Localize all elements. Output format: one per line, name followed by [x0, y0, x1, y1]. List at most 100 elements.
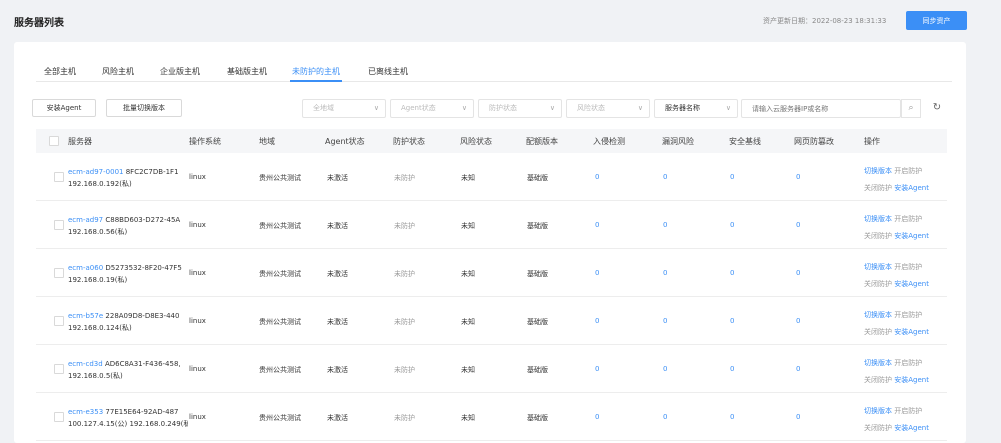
- intrusion-count[interactable]: 0: [595, 413, 599, 421]
- agent-status-cell: 未激活: [327, 222, 348, 230]
- row-checkbox[interactable]: [54, 364, 64, 374]
- install-agent-button[interactable]: 安装Agent: [32, 99, 96, 117]
- tamper-count[interactable]: 0: [796, 317, 800, 325]
- col-quota-version: 配额版本: [526, 137, 558, 146]
- chevron-down-icon: ∨: [373, 104, 379, 112]
- os-cell: linux: [189, 173, 206, 181]
- risk-status-select[interactable]: 风险状态 ∨: [566, 99, 650, 118]
- switch-version-link[interactable]: 切换版本: [864, 359, 892, 367]
- col-baseline: 安全基线: [729, 137, 761, 146]
- tab-enterprise-hosts[interactable]: 企业版主机: [160, 66, 200, 77]
- disable-protection-link[interactable]: 关闭防护: [864, 424, 892, 432]
- sync-assets-button[interactable]: 同步资产: [906, 11, 967, 30]
- switch-version-link[interactable]: 切换版本: [864, 263, 892, 271]
- row-checkbox[interactable]: [54, 316, 64, 326]
- agent-status-select[interactable]: Agent状态 ∨: [390, 99, 474, 118]
- server-name-link[interactable]: ecm-ad97: [68, 216, 103, 224]
- server-id: D5273532-8F20-47F5: [105, 264, 182, 272]
- risk-status-cell: 未知: [461, 414, 475, 422]
- risk-status-cell: 未知: [461, 318, 475, 326]
- protect-status-cell: 未防护: [394, 174, 415, 182]
- server-ip: 192.168.0.124(私): [68, 324, 132, 332]
- vuln-count[interactable]: 0: [663, 221, 667, 229]
- protect-status-cell: 未防护: [394, 366, 415, 374]
- tab-offline-hosts[interactable]: 已离线主机: [368, 66, 408, 77]
- baseline-count[interactable]: 0: [730, 173, 734, 181]
- enable-protection-link[interactable]: 开启防护: [894, 359, 922, 367]
- baseline-count[interactable]: 0: [730, 317, 734, 325]
- row-checkbox[interactable]: [54, 172, 64, 182]
- col-protect-status: 防护状态: [393, 137, 425, 146]
- search-input[interactable]: [741, 99, 901, 118]
- region-select[interactable]: 全地域 ∨: [302, 99, 386, 118]
- switch-version-link[interactable]: 切换版本: [864, 167, 892, 175]
- tab-all-hosts[interactable]: 全部主机: [44, 66, 76, 77]
- vuln-count[interactable]: 0: [663, 365, 667, 373]
- search-icon[interactable]: ⌕: [901, 99, 921, 118]
- disable-protection-link[interactable]: 关闭防护: [864, 232, 892, 240]
- enable-protection-link[interactable]: 开启防护: [894, 263, 922, 271]
- switch-version-link[interactable]: 切换版本: [864, 215, 892, 223]
- chevron-down-icon: ∨: [725, 104, 731, 112]
- tamper-count[interactable]: 0: [796, 269, 800, 277]
- baseline-count[interactable]: 0: [730, 413, 734, 421]
- install-agent-link[interactable]: 安装Agent: [894, 232, 929, 240]
- install-agent-link[interactable]: 安装Agent: [894, 328, 929, 336]
- disable-protection-link[interactable]: 关闭防护: [864, 184, 892, 192]
- server-name-link[interactable]: ecm-cd3d: [68, 360, 103, 368]
- vuln-count[interactable]: 0: [663, 413, 667, 421]
- os-cell: linux: [189, 221, 206, 229]
- quota-cell: 基础版: [527, 318, 548, 326]
- protect-status-select[interactable]: 防护状态 ∨: [478, 99, 562, 118]
- tamper-count[interactable]: 0: [796, 365, 800, 373]
- install-agent-link[interactable]: 安装Agent: [894, 280, 929, 288]
- row-actions: 切换版本 开启防护 关闭防护 安装Agent: [864, 163, 929, 197]
- tab-basic-hosts[interactable]: 基础版主机: [227, 66, 267, 77]
- vuln-count[interactable]: 0: [663, 173, 667, 181]
- tamper-count[interactable]: 0: [796, 221, 800, 229]
- search-field-select[interactable]: 服务器名称 ∨: [654, 99, 738, 118]
- agent-status-cell: 未激活: [327, 270, 348, 278]
- region-cell: 贵州公共测试: [259, 414, 301, 422]
- baseline-count[interactable]: 0: [730, 365, 734, 373]
- table-header: 服务器 操作系统 地域 Agent状态 防护状态 风险状态 配额版本 入侵检测 …: [36, 129, 947, 153]
- server-name-link[interactable]: ecm-a060: [68, 264, 103, 272]
- tamper-count[interactable]: 0: [796, 173, 800, 181]
- install-agent-link[interactable]: 安装Agent: [894, 376, 929, 384]
- intrusion-count[interactable]: 0: [595, 317, 599, 325]
- enable-protection-link[interactable]: 开启防护: [894, 407, 922, 415]
- server-name-link[interactable]: ecm-b57e: [68, 312, 103, 320]
- disable-protection-link[interactable]: 关闭防护: [864, 328, 892, 336]
- server-id: C88BD603-D272-45A: [105, 216, 181, 224]
- enable-protection-link[interactable]: 开启防护: [894, 215, 922, 223]
- refresh-icon[interactable]: ↻: [927, 99, 947, 118]
- install-agent-link[interactable]: 安装Agent: [894, 424, 929, 432]
- row-checkbox[interactable]: [54, 412, 64, 422]
- enable-protection-link[interactable]: 开启防护: [894, 311, 922, 319]
- vuln-count[interactable]: 0: [663, 317, 667, 325]
- tab-risk-hosts[interactable]: 风险主机: [102, 66, 134, 77]
- disable-protection-link[interactable]: 关闭防护: [864, 280, 892, 288]
- enable-protection-link[interactable]: 开启防护: [894, 167, 922, 175]
- install-agent-link[interactable]: 安装Agent: [894, 184, 929, 192]
- row-checkbox[interactable]: [54, 268, 64, 278]
- vuln-count[interactable]: 0: [663, 269, 667, 277]
- server-name-link[interactable]: ecm-e353: [68, 408, 103, 416]
- tamper-count[interactable]: 0: [796, 413, 800, 421]
- intrusion-count[interactable]: 0: [595, 221, 599, 229]
- tab-unprotected-hosts[interactable]: 未防护的主机: [292, 66, 340, 77]
- baseline-count[interactable]: 0: [730, 269, 734, 277]
- baseline-count[interactable]: 0: [730, 221, 734, 229]
- intrusion-count[interactable]: 0: [595, 365, 599, 373]
- switch-version-link[interactable]: 切换版本: [864, 311, 892, 319]
- server-name-link[interactable]: ecm-ad97-0001: [68, 168, 123, 176]
- row-checkbox[interactable]: [54, 220, 64, 230]
- switch-version-link[interactable]: 切换版本: [864, 407, 892, 415]
- disable-protection-link[interactable]: 关闭防护: [864, 376, 892, 384]
- intrusion-count[interactable]: 0: [595, 173, 599, 181]
- batch-switch-version-button[interactable]: 批量切换版本: [106, 99, 182, 117]
- quota-cell: 基础版: [527, 414, 548, 422]
- quota-cell: 基础版: [527, 270, 548, 278]
- intrusion-count[interactable]: 0: [595, 269, 599, 277]
- select-all-checkbox[interactable]: [49, 136, 59, 146]
